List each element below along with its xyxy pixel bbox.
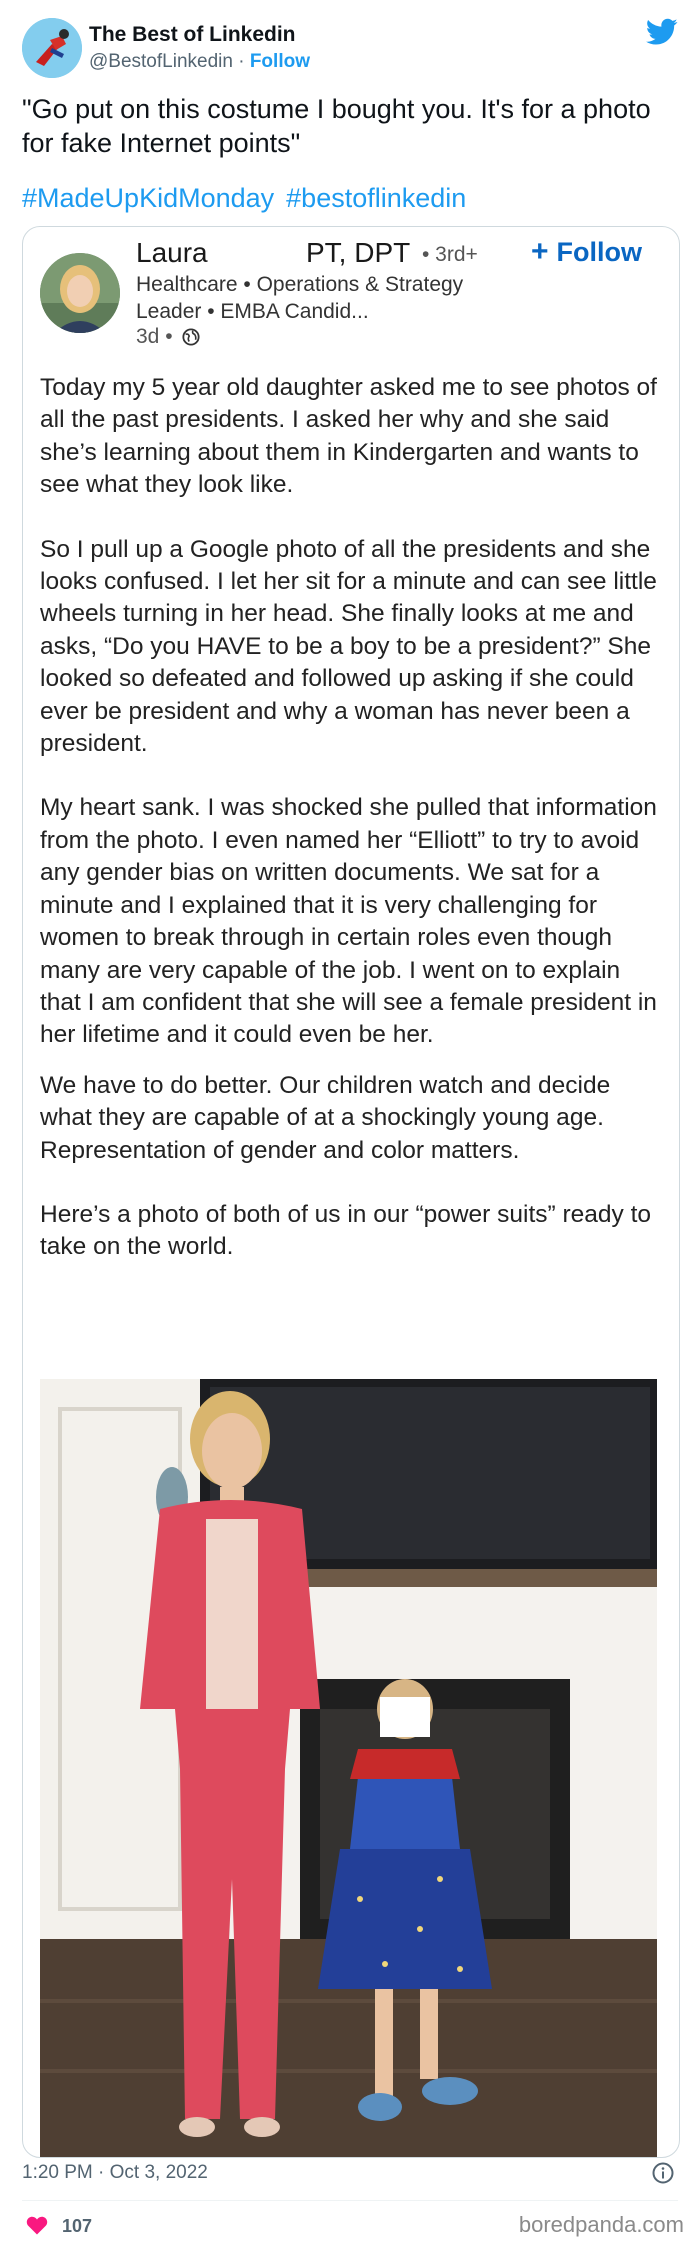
post-photo[interactable] — [40, 1379, 657, 2157]
like-button[interactable]: 107 — [26, 2215, 92, 2237]
info-icon[interactable] — [652, 2162, 674, 2184]
author-photo-icon — [40, 253, 120, 333]
hashtag-link[interactable]: #bestoflinkedin — [286, 183, 466, 213]
post-paragraph: My heart sank. I was shocked she pulled … — [40, 794, 657, 1049]
footer-divider — [22, 2200, 678, 2201]
linkedin-follow-button[interactable]: + Follow — [531, 235, 642, 269]
account-handle[interactable]: @BestofLinkedin — [89, 51, 233, 72]
author-credentials: PT, DPT — [306, 237, 411, 268]
superhero-avatar-icon — [22, 18, 82, 78]
source-watermark: boredpanda.com — [518, 2212, 684, 2237]
tweet-text: "Go put on this costume I bought you. It… — [22, 94, 651, 158]
handle-separator: · — [232, 51, 250, 72]
connection-degree: • 3rd+ — [422, 243, 478, 266]
author-headline: Healthcare • Operations & Strategy Leade… — [136, 273, 464, 323]
author-avatar[interactable] — [40, 253, 120, 333]
post-paragraph: Here’s a photo of both of us in our “pow… — [40, 1200, 652, 1261]
heart-icon — [26, 2216, 48, 2235]
account-handle-line: @BestofLinkedin · Follow — [89, 51, 310, 73]
post-paragraph: So I pull up a Google photo of all the p… — [40, 535, 657, 758]
post-meta: 3d • — [136, 325, 200, 349]
power-suits-photo — [40, 1379, 657, 2157]
account-avatar[interactable] — [22, 18, 82, 78]
post-age: 3d • — [136, 325, 173, 348]
linkedin-follow-label: Follow — [556, 237, 643, 267]
tweet-hashtags: #MadeUpKidMonday #bestoflinkedin — [22, 183, 478, 214]
author-line: Laura PT, DPT • 3rd+ — [136, 235, 526, 271]
hashtag-link[interactable]: #MadeUpKidMonday — [22, 183, 274, 213]
globe-icon — [182, 328, 200, 346]
follow-button[interactable]: Follow — [250, 51, 310, 72]
account-name[interactable]: The Best of Linkedin — [89, 23, 296, 47]
twitter-bird-icon[interactable] — [646, 18, 678, 46]
embedded-linkedin-post: Laura PT, DPT • 3rd+ + Follow Healthcare … — [22, 226, 680, 2158]
tweet-header: The Best of Linkedin @BestofLinkedin · F… — [22, 18, 678, 80]
post-paragraph: Today my 5 year old daughter asked me to… — [40, 374, 657, 499]
plus-icon: + — [531, 235, 549, 268]
post-paragraph: We have to do better. Our children watch… — [40, 1071, 611, 1164]
post-body: Today my 5 year old daughter asked me to… — [40, 372, 662, 1296]
like-count: 107 — [62, 2216, 93, 2236]
tweet-timestamp[interactable]: 1:20 PM · Oct 3, 2022 — [22, 2162, 208, 2184]
author-name[interactable]: Laura — [136, 237, 208, 269]
